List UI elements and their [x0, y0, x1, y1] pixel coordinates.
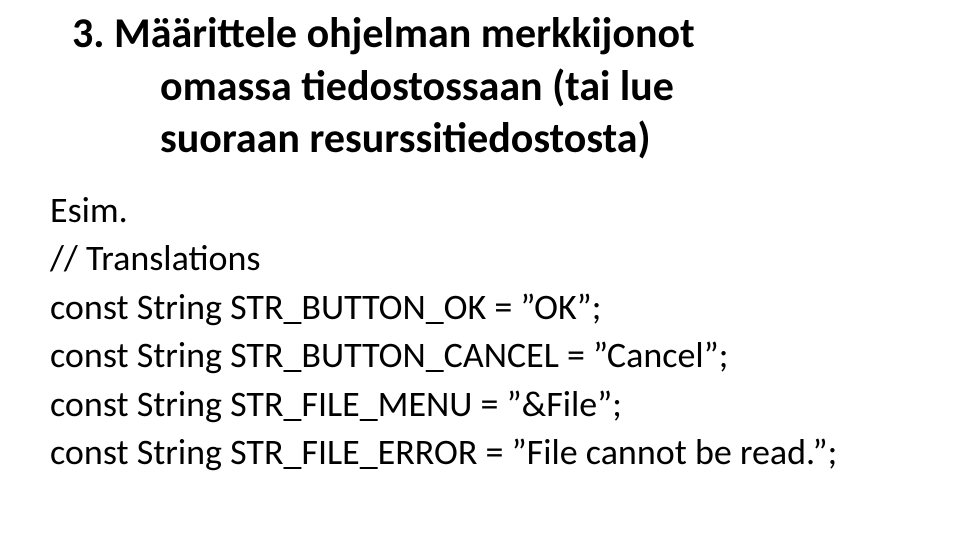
- heading-line-2: omassa tiedostossaan (tai lue: [50, 61, 929, 114]
- code-example: Esim. // Translations const String STR_B…: [50, 186, 929, 478]
- example-label: Esim.: [50, 186, 929, 235]
- code-line-2: const String STR_BUTTON_CANCEL = ”Cancel…: [50, 331, 929, 380]
- code-line-4: const String STR_FILE_ERROR = ”File cann…: [50, 428, 929, 477]
- code-comment: // Translations: [50, 234, 929, 283]
- heading-number: 3.: [72, 8, 114, 59]
- heading-line-1: 3. Määrittele ohjelman merkkijonot: [50, 8, 929, 61]
- heading-text-1: Määrittele ohjelman merkkijonot: [114, 8, 695, 59]
- slide-heading: 3. Määrittele ohjelman merkkijonot omass…: [50, 8, 929, 166]
- code-line-3: const String STR_FILE_MENU = ”&File”;: [50, 380, 929, 429]
- code-line-1: const String STR_BUTTON_OK = ”OK”;: [50, 283, 929, 332]
- heading-line-3: suoraan resurssitiedostosta): [50, 113, 929, 166]
